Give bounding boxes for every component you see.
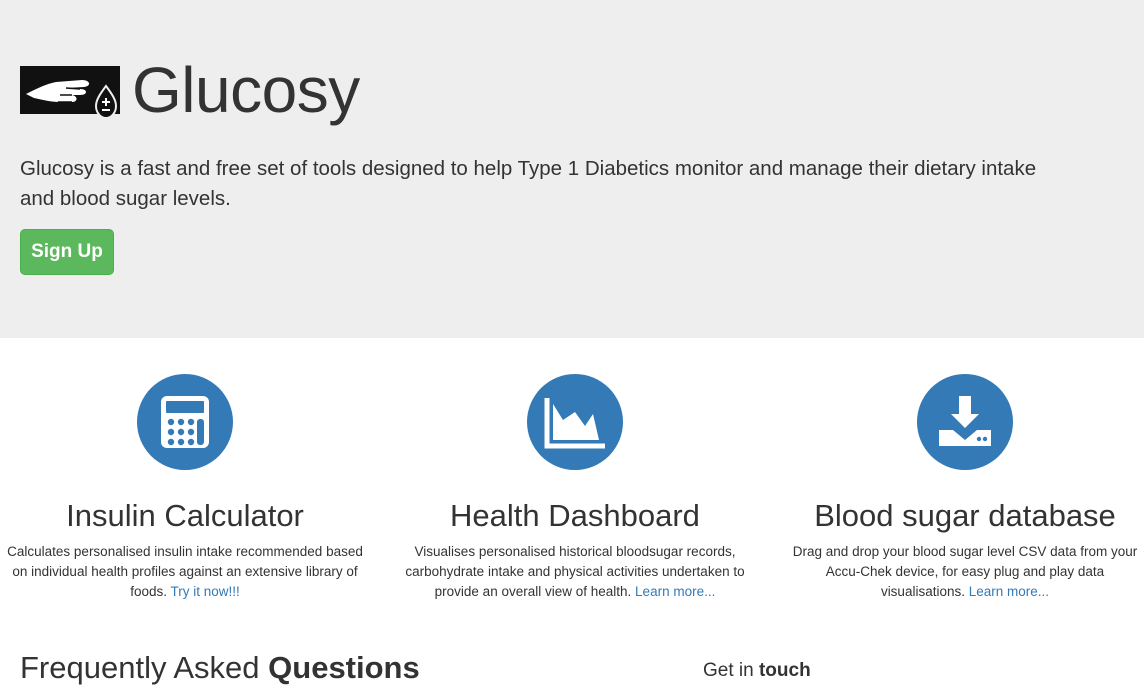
brand[interactable]: Glucosy [20, 58, 360, 122]
pointing-hand-blood-drop-icon [20, 66, 120, 120]
intro-text: Glucosy is a fast and free set of tools … [20, 157, 1037, 210]
learn-more-link[interactable]: Learn more... [969, 584, 1049, 599]
feature-title: Blood sugar database [814, 498, 1116, 533]
learn-more-link[interactable]: Learn more... [635, 584, 715, 599]
contact-heading: Get in touch [703, 660, 811, 681]
sign-up-button[interactable]: Sign Up [20, 229, 114, 275]
area-chart-icon [527, 374, 623, 470]
calculator-icon [137, 374, 233, 470]
try-it-now-link[interactable]: Try it now!!! [171, 584, 240, 599]
feature-description: Drag and drop your blood sugar level CSV… [792, 544, 1138, 599]
faq-heading: Frequently Asked Questions [20, 650, 420, 685]
feature-title: Insulin Calculator [66, 498, 304, 533]
feature-insulin-calculator: Insulin Calculator Calculates personalis… [5, 374, 365, 599]
hero-section: Glucosy Glucosy is a fast and free set o… [0, 0, 1144, 338]
feature-blood-sugar-database: Blood sugar database Drag and drop your … [785, 374, 1144, 599]
feature-description: Visualises personalised historical blood… [405, 544, 745, 599]
feature-title: Health Dashboard [450, 498, 700, 533]
feature-description: Calculates personalised insulin intake r… [7, 544, 363, 599]
download-icon [917, 374, 1013, 470]
feature-health-dashboard: Health Dashboard Visualises personalised… [395, 374, 755, 599]
brand-name: Glucosy [132, 54, 360, 126]
